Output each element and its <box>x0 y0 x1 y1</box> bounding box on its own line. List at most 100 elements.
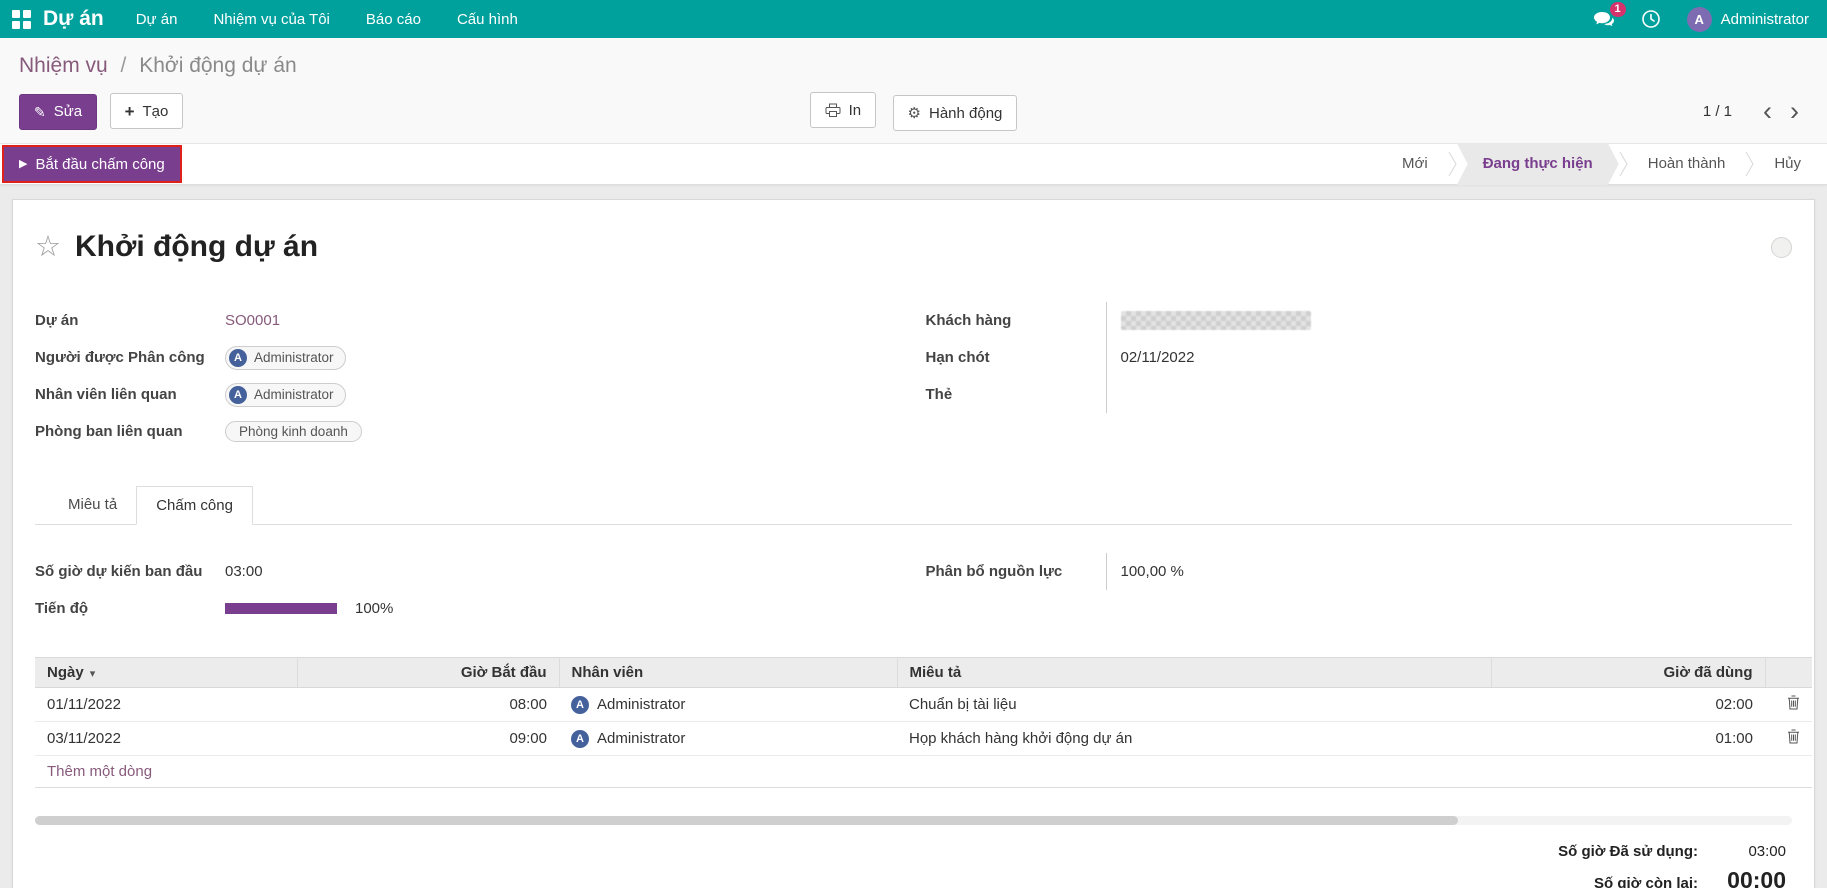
assignee-avatar: A <box>229 348 247 367</box>
column-header-gio-da-dung[interactable]: Giờ đã dùng <box>1491 657 1766 688</box>
field-label: Hạn chót <box>925 349 990 366</box>
top-navbar: Dự án Dự án Nhiệm vụ của Tôi Báo cáo Cấu… <box>0 0 1827 38</box>
column-header-actions <box>1765 657 1812 688</box>
deadline-value: 02/11/2022 <box>1105 339 1793 376</box>
left-field-group: Dự án SO0001 Người được Phân công A Admi… <box>35 302 902 450</box>
create-button[interactable]: + Tạo <box>109 93 184 130</box>
stage-separator-icon <box>1448 150 1457 178</box>
breadcrumb-parent[interactable]: Nhiệm vụ <box>19 54 108 77</box>
field-label: Thẻ <box>925 386 953 403</box>
field-nguoi-duoc-phan-cong: Người được Phân công A Administrator <box>35 339 902 376</box>
sort-desc-icon: ▾ <box>89 668 96 680</box>
column-header-nhan-vien[interactable]: Nhân viên <box>559 657 898 688</box>
field-label: Nhân viên liên quan <box>35 386 177 403</box>
column-header-label: Ngày <box>47 664 84 681</box>
timesheet-tab-content: Số giờ dự kiến ban đầu 03:00 Tiến độ 100… <box>35 525 1812 888</box>
cell-description: Chuẩn bị tài liệu <box>897 687 1491 722</box>
field-phong-ban-lien-quan: Phòng ban liên quan Phòng kinh doanh <box>35 413 902 450</box>
form-sheet: ☆ Khởi động dự án Dự án SO0001 Người đượ… <box>12 199 1815 888</box>
employee-avatar: A <box>571 729 589 748</box>
field-groups: Dự án SO0001 Người được Phân công A Admi… <box>35 302 1792 450</box>
cell-start-time: 08:00 <box>297 687 559 722</box>
stage-moi[interactable]: Mới <box>1382 143 1448 185</box>
column-header-mieu-ta[interactable]: Miêu tả <box>897 657 1492 688</box>
annotation-highlight: ▶ Bắt đầu chấm công <box>2 145 182 183</box>
menu-nhiem-vu-cua-toi[interactable]: Nhiệm vụ của Tôi <box>213 11 329 28</box>
field-label: Số giờ dự kiến ban đầu <box>35 563 203 580</box>
app-name[interactable]: Dự án <box>43 7 104 31</box>
hours-info: Số giờ dự kiến ban đầu 03:00 Tiến độ 100… <box>35 553 1792 627</box>
summary-remaining-row: Số giờ còn lại: 00:00 <box>1594 867 1786 888</box>
clock-icon <box>1641 10 1660 28</box>
column-header-ngay[interactable]: Ngày ▾ <box>35 657 298 688</box>
pager-previous-button[interactable]: ‹ <box>1754 98 1781 125</box>
field-nhan-vien-lien-quan: Nhân viên liên quan A Administrator <box>35 376 902 413</box>
tab-mieu-ta[interactable]: Miêu tả <box>49 486 136 524</box>
start-timesheet-button[interactable]: ▶ Bắt đầu chấm công <box>4 147 180 181</box>
tab-cham-cong[interactable]: Chấm công <box>136 486 253 525</box>
summary-used-row: Số giờ Đã sử dụng: 03:00 <box>1558 843 1786 860</box>
menu-bao-cao[interactable]: Báo cáo <box>366 11 421 28</box>
breadcrumb-current: Khởi động dự án <box>139 54 297 77</box>
pencil-icon: ✎ <box>34 103 46 120</box>
breadcrumb-separator: / <box>120 54 127 77</box>
menu-cau-hinh[interactable]: Cấu hình <box>457 11 518 28</box>
project-link[interactable]: SO0001 <box>225 312 280 329</box>
control-panel-buttons: ✎ Sửa + Tạo In ⚙ Hành động 1 / 1 ‹ › <box>19 92 1808 131</box>
progress-text: 100% <box>355 600 394 617</box>
stage-hoan-thanh[interactable]: Hoàn thành <box>1628 143 1746 185</box>
table-header-row: Ngày ▾ Giờ Bắt đầu Nhân viên Miêu tả Giờ … <box>35 657 1812 688</box>
column-header-gio-bat-dau[interactable]: Giờ Bắt đầu <box>297 657 560 688</box>
kanban-state-icon[interactable] <box>1771 236 1792 258</box>
field-tien-do: Tiến độ 100% <box>35 590 902 627</box>
menu-du-an[interactable]: Dự án <box>136 11 178 28</box>
print-button[interactable]: In <box>809 92 877 128</box>
cell-date: 03/11/2022 <box>35 721 297 756</box>
field-the: Thẻ <box>926 376 1793 413</box>
field-han-chot: Hạn chót 02/11/2022 <box>926 339 1793 376</box>
cell-employee: A Administrator <box>559 721 897 756</box>
pager-value: 1 / 1 <box>1702 103 1732 120</box>
sheet-background: ☆ Khởi động dự án Dự án SO0001 Người đượ… <box>0 185 1827 888</box>
breadcrumb: Nhiệm vụ / Khởi động dự án <box>19 54 1808 78</box>
timesheet-row[interactable]: 01/11/2022 08:00 A Administrator Chuẩn bị… <box>35 687 1812 722</box>
planned-hours-value: 03:00 <box>225 563 263 580</box>
navbar-right: 1 A Administrator <box>1593 1 1809 32</box>
edit-button[interactable]: ✎ Sửa <box>19 93 98 130</box>
stage-separator-icon <box>1745 150 1754 178</box>
employee-tag: A Administrator <box>225 382 346 407</box>
delete-row-icon[interactable] <box>1787 729 1800 744</box>
allocation-value: 100,00 % <box>1105 553 1793 590</box>
print-button-label: In <box>848 101 862 119</box>
stage-dang-thuc-hien[interactable]: Đang thực hiện <box>1457 143 1619 185</box>
delete-row-icon[interactable] <box>1787 695 1800 710</box>
task-title: Khởi động dự án <box>75 230 319 263</box>
user-menu[interactable]: A Administrator <box>1686 6 1809 32</box>
play-icon: ▶ <box>19 157 28 170</box>
timesheet-table: Ngày ▾ Giờ Bắt đầu Nhân viên Miêu tả Giờ … <box>35 657 1812 788</box>
apps-grid-icon[interactable] <box>12 9 31 29</box>
activities-button[interactable] <box>1641 9 1661 29</box>
field-phan-bo-nguon-luc: Phân bổ nguồn lực 100,00 % <box>926 553 1793 590</box>
horizontal-scrollbar-thumb[interactable] <box>35 816 1459 825</box>
stage-huy[interactable]: Hủy <box>1754 143 1821 185</box>
add-line-link[interactable]: Thêm một dòng <box>47 763 152 780</box>
tags-value[interactable] <box>1105 376 1793 413</box>
field-label: Dự án <box>35 312 79 329</box>
add-line-row: Thêm một dòng <box>35 755 1812 788</box>
field-label: Phòng ban liên quan <box>35 423 183 440</box>
timesheet-row[interactable]: 03/11/2022 09:00 A Administrator Họp khác… <box>35 721 1812 756</box>
messages-button[interactable]: 1 <box>1593 1 1626 28</box>
assignee-name: Administrator <box>254 350 334 365</box>
field-so-gio-du-kien: Số giờ dự kiến ban đầu 03:00 <box>35 553 902 590</box>
navbar-left: Dự án Dự án Nhiệm vụ của Tôi Báo cáo Cấu… <box>12 7 554 31</box>
favorite-star-icon[interactable]: ☆ <box>35 232 61 262</box>
start-timesheet-label: Bắt đầu chấm công <box>35 155 165 173</box>
pager-next-button[interactable]: › <box>1781 98 1808 125</box>
action-menu-button[interactable]: ⚙ Hành động <box>892 95 1018 131</box>
remaining-hours-value: 00:00 <box>1727 867 1786 888</box>
cell-duration: 01:00 <box>1491 721 1765 756</box>
statusbar: ▶ Bắt đầu chấm công Mới Đang thực hiện H… <box>0 143 1827 185</box>
edit-button-label: Sửa <box>53 103 83 121</box>
field-label: Người được Phân công <box>35 349 205 366</box>
